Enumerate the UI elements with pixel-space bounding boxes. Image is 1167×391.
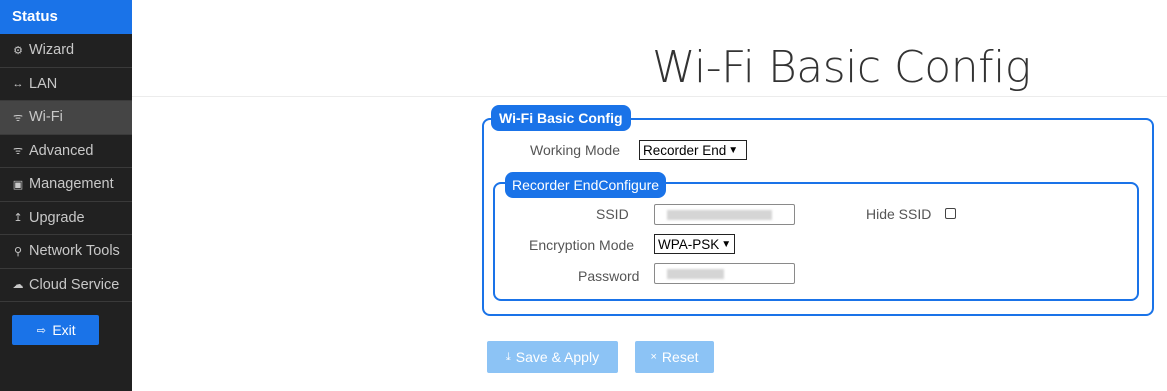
encryption-mode-label: Encryption Mode <box>529 237 635 253</box>
save-apply-label: Save & Apply <box>515 349 600 365</box>
cloud-icon: ☁ <box>12 279 24 292</box>
sidebar-item-label: LAN <box>29 75 58 92</box>
recorder-end-legend: Recorder EndConfigure <box>505 172 667 198</box>
sidebar-item-label: Upgrade <box>29 209 85 226</box>
sidebar-item-label: Cloud Service <box>29 276 120 293</box>
lan-icon: ↔ <box>12 77 24 90</box>
chevron-down-icon: ▼ <box>721 238 732 250</box>
sidebar-item-upgrade[interactable]: ↥ Upgrade <box>0 202 132 235</box>
working-mode-value: Recorder End <box>643 142 727 158</box>
page-title: Wi-Fi Basic Config <box>652 42 1031 93</box>
sidebar-status-header[interactable]: Status <box>0 0 132 34</box>
sidebar-item-label: Advanced <box>29 142 94 159</box>
sidebar-item-label: Management <box>29 176 114 193</box>
encryption-mode-value: WPA-PSK <box>658 236 720 252</box>
sidebar-item-network-tools[interactable]: ⚲ Network Tools <box>0 235 132 269</box>
sidebar-item-wizard[interactable]: ⚙ Wizard <box>0 34 132 68</box>
save-apply-button[interactable]: ⤓ Save & Apply <box>487 341 618 373</box>
exit-label: Exit <box>52 322 76 338</box>
working-mode-select[interactable]: Recorder End ▼ <box>639 140 747 160</box>
upgrade-icon: ↥ <box>13 212 23 225</box>
sidebar-item-management[interactable]: ▣ Management <box>0 168 132 202</box>
exit-icon: ⇨ <box>36 324 46 337</box>
ssid-label: SSID <box>596 206 629 222</box>
password-redacted <box>667 269 724 279</box>
header-divider <box>132 96 1167 97</box>
sidebar-item-wifi[interactable]: ᯤ Wi-Fi <box>0 101 132 135</box>
working-mode-label: Working Mode <box>530 142 621 158</box>
hide-ssid-checkbox[interactable] <box>945 208 956 219</box>
sidebar-item-lan[interactable]: ↔ LAN <box>0 68 132 101</box>
sidebar-item-advanced[interactable]: ᯤ Advanced <box>0 135 132 168</box>
password-label: Password <box>578 268 640 284</box>
wifi-icon: ᯤ <box>12 111 24 124</box>
download-icon: ⤓ <box>505 350 511 363</box>
sidebar-item-cloud-service[interactable]: ☁ Cloud Service <box>0 269 132 302</box>
reset-button[interactable]: × Reset <box>635 341 714 373</box>
sidebar: Status ⚙ Wizard ↔ LAN ᯤ Wi-Fi ᯤ Advanced… <box>0 0 132 391</box>
management-icon: ▣ <box>12 178 24 191</box>
search-icon: ⚲ <box>13 245 23 258</box>
exit-button[interactable]: ⇨ Exit <box>12 315 99 345</box>
sidebar-item-label: Wizard <box>29 42 75 59</box>
reset-label: Reset <box>661 349 699 365</box>
sidebar-item-label: Network Tools <box>29 243 120 260</box>
chevron-down-icon: ▼ <box>728 144 739 156</box>
wifi-basic-config-legend: Wi-Fi Basic Config <box>491 105 631 131</box>
ssid-input[interactable] <box>654 204 795 225</box>
close-icon: × <box>650 351 657 363</box>
wifi-advanced-icon: ᯤ <box>12 145 24 158</box>
hide-ssid-label: Hide SSID <box>866 206 932 222</box>
wizard-icon: ⚙ <box>13 44 23 57</box>
encryption-mode-select[interactable]: WPA-PSK ▼ <box>654 234 735 254</box>
password-input[interactable] <box>654 263 795 284</box>
ssid-redacted <box>667 210 772 220</box>
sidebar-item-label: Wi-Fi <box>29 109 63 126</box>
